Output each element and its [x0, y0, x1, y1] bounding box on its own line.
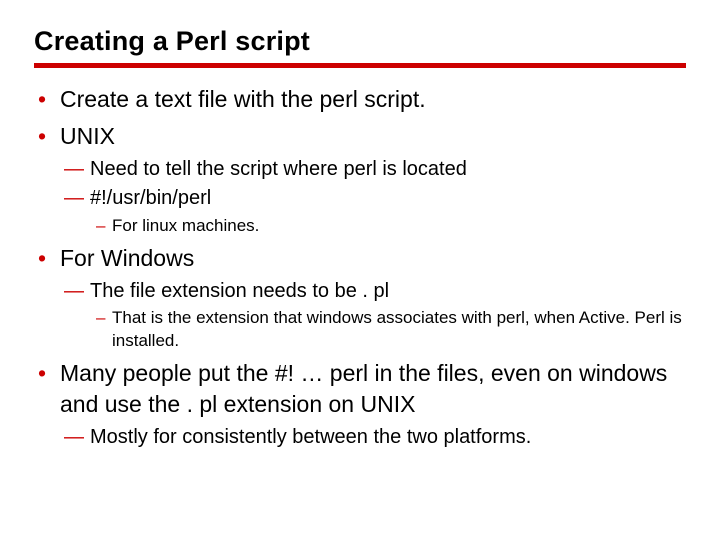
sub-item: #!/usr/bin/perl For linux machines. [60, 185, 686, 236]
bullet-text: UNIX [60, 123, 115, 149]
bullet-item: For Windows The file extension needs to … [34, 243, 686, 352]
sub-list: Need to tell the script where perl is lo… [60, 156, 686, 237]
subsub-item: That is the extension that windows assoc… [90, 307, 686, 351]
bullet-list: Create a text file with the perl script.… [34, 84, 686, 450]
sub-list: The file extension needs to be . pl That… [60, 278, 686, 352]
bullet-text: Create a text file with the perl script. [60, 86, 426, 112]
sub-text: Mostly for consistently between the two … [90, 426, 531, 448]
sub-item: Need to tell the script where perl is lo… [60, 156, 686, 182]
subsub-item: For linux machines. [90, 215, 686, 237]
bullet-item: Many people put the #! … perl in the fil… [34, 358, 686, 450]
sub-text: Need to tell the script where perl is lo… [90, 158, 467, 180]
bullet-item: UNIX Need to tell the script where perl … [34, 121, 686, 237]
sub-list: Mostly for consistently between the two … [60, 424, 686, 450]
slide: Creating a Perl script Create a text fil… [0, 0, 720, 476]
bullet-item: Create a text file with the perl script. [34, 84, 686, 115]
subsub-list: That is the extension that windows assoc… [90, 307, 686, 351]
slide-title: Creating a Perl script [34, 26, 686, 68]
sub-item: Mostly for consistently between the two … [60, 424, 686, 450]
sub-item: The file extension needs to be . pl That… [60, 278, 686, 352]
subsub-text: That is the extension that windows assoc… [112, 308, 682, 349]
subsub-text: For linux machines. [112, 216, 259, 235]
subsub-list: For linux machines. [90, 215, 686, 237]
sub-text: The file extension needs to be . pl [90, 280, 389, 302]
bullet-text: Many people put the #! … perl in the fil… [60, 360, 667, 417]
bullet-text: For Windows [60, 245, 194, 271]
sub-text: #!/usr/bin/perl [90, 187, 211, 209]
